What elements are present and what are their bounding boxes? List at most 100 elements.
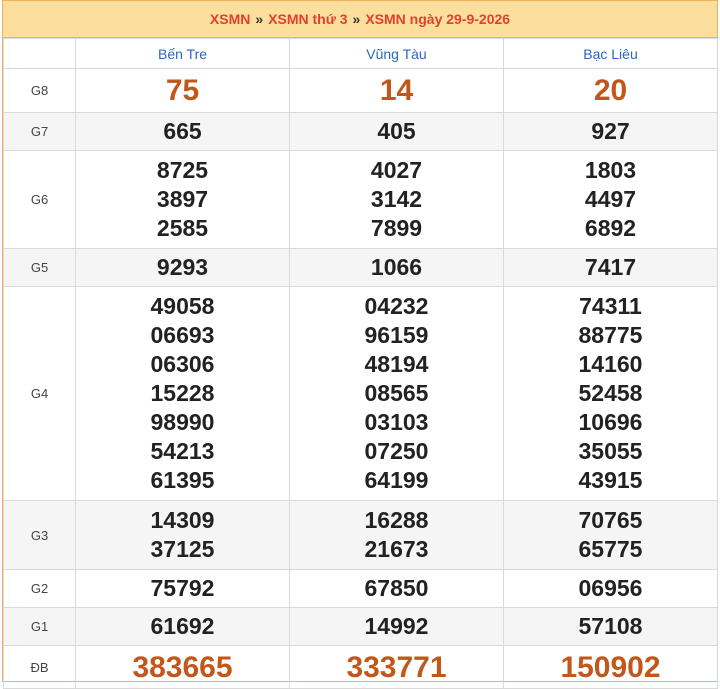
prize-row: G7 665 405 927	[3, 112, 718, 151]
prize-label: G6	[3, 150, 76, 249]
result-cell-ben-tre: 383665	[75, 645, 290, 689]
result-number: 03103	[364, 409, 429, 435]
result-cell-bac-lieu: 06956	[503, 569, 718, 608]
prize-label: G4	[3, 286, 76, 501]
result-cell-vung-tau: 14992	[289, 607, 504, 646]
result-number: 04232	[364, 293, 429, 319]
result-cell-bac-lieu: 74311 88775 14160 52458 10696 35055 43915	[503, 286, 718, 501]
result-number: 8725	[156, 157, 209, 183]
result-number: 37125	[150, 536, 215, 562]
result-number: 7899	[370, 215, 423, 241]
result-number: 6892	[584, 215, 637, 241]
result-number: 52458	[578, 380, 643, 406]
result-number: 9293	[156, 254, 209, 280]
result-number: 150902	[560, 650, 661, 684]
result-cell-ben-tre: 14309 37125	[75, 500, 290, 570]
result-number: 61395	[150, 467, 215, 493]
result-number: 21673	[364, 536, 429, 562]
result-number: 1066	[370, 254, 423, 280]
result-cell-vung-tau: 14	[289, 68, 504, 113]
breadcrumb-link-date[interactable]: XSMN ngày 29-9-2026	[365, 11, 510, 27]
prize-row: G8 75 14 20	[3, 68, 718, 113]
result-number: 06956	[578, 575, 643, 601]
result-number: 48194	[364, 351, 429, 377]
prize-label: G5	[3, 248, 76, 287]
result-number: 14	[379, 74, 414, 107]
result-number: 06306	[150, 351, 215, 377]
province-bac-lieu[interactable]: Bạc Liêu	[503, 38, 718, 69]
result-number: 64199	[364, 467, 429, 493]
result-number: 14992	[364, 613, 429, 639]
result-number: 14309	[150, 507, 215, 533]
result-number: 927	[591, 118, 630, 144]
result-number: 96159	[364, 322, 429, 348]
province-ben-tre[interactable]: Bến Tre	[75, 38, 290, 69]
result-cell-ben-tre: 49058 06693 06306 15228 98990 54213 61395	[75, 286, 290, 501]
prize-label: G8	[3, 68, 76, 113]
result-number: 4497	[584, 186, 637, 212]
prize-label: G2	[3, 569, 76, 608]
result-number: 3897	[156, 186, 209, 212]
result-cell-bac-lieu: 57108	[503, 607, 718, 646]
result-number: 57108	[578, 613, 643, 639]
result-number: 98990	[150, 409, 215, 435]
prize-row: G1 61692 14992 57108	[3, 607, 718, 646]
result-cell-vung-tau: 405	[289, 112, 504, 151]
breadcrumb: XSMN » XSMN thứ 3 » XSMN ngày 29-9-2026	[3, 0, 717, 38]
result-cell-ben-tre: 8725 3897 2585	[75, 150, 290, 249]
prize-label: G3	[3, 500, 76, 570]
result-number: 333771	[346, 650, 447, 684]
lottery-results-table: Bến Tre Vũng Tàu Bạc Liêu G8 75 14 20 G7 665 4…	[3, 38, 718, 689]
result-cell-bac-lieu: 20	[503, 68, 718, 113]
result-cell-bac-lieu: 150902	[503, 645, 718, 689]
result-number: 2585	[156, 215, 209, 241]
result-number: 15228	[150, 380, 215, 406]
result-number: 3142	[370, 186, 423, 212]
result-number: 06693	[150, 322, 215, 348]
header-corner	[3, 38, 76, 69]
result-number: 61692	[150, 613, 215, 639]
result-cell-ben-tre: 75792	[75, 569, 290, 608]
result-number: 70765	[578, 507, 643, 533]
result-cell-bac-lieu: 1803 4497 6892	[503, 150, 718, 249]
breadcrumb-link-weekday[interactable]: XSMN thứ 3	[268, 11, 347, 27]
prize-label: ĐB	[3, 645, 76, 689]
result-number: 16288	[364, 507, 429, 533]
result-number: 88775	[578, 322, 643, 348]
result-cell-vung-tau: 4027 3142 7899	[289, 150, 504, 249]
result-number: 10696	[578, 409, 643, 435]
results-panel: XSMN » XSMN thứ 3 » XSMN ngày 29-9-2026 …	[2, 0, 718, 689]
result-number: 7417	[584, 254, 637, 280]
result-cell-bac-lieu: 7417	[503, 248, 718, 287]
breadcrumb-link-xsmn[interactable]: XSMN	[210, 11, 250, 27]
breadcrumb-separator: »	[352, 11, 361, 27]
result-number: 75	[165, 74, 200, 107]
result-number: 43915	[578, 467, 643, 493]
result-number: 07250	[364, 438, 429, 464]
prize-row: G3 14309 37125 16288 21673 70765 65775	[3, 500, 718, 570]
result-number: 54213	[150, 438, 215, 464]
result-cell-vung-tau: 67850	[289, 569, 504, 608]
result-number: 75792	[150, 575, 215, 601]
result-cell-ben-tre: 9293	[75, 248, 290, 287]
result-number: 74311	[579, 293, 642, 319]
province-vung-tau[interactable]: Vũng Tàu	[289, 38, 504, 69]
prize-row: G5 9293 1066 7417	[3, 248, 718, 287]
breadcrumb-separator: »	[255, 11, 264, 27]
result-cell-vung-tau: 333771	[289, 645, 504, 689]
prize-row: G2 75792 67850 06956	[3, 569, 718, 608]
result-cell-bac-lieu: 927	[503, 112, 718, 151]
result-cell-vung-tau: 04232 96159 48194 08565 03103 07250 64199	[289, 286, 504, 501]
result-cell-ben-tre: 75	[75, 68, 290, 113]
result-number: 1803	[584, 157, 637, 183]
result-number: 35055	[578, 438, 643, 464]
result-cell-bac-lieu: 70765 65775	[503, 500, 718, 570]
result-number: 665	[163, 118, 202, 144]
result-number: 4027	[370, 157, 423, 183]
result-number: 08565	[364, 380, 429, 406]
result-cell-vung-tau: 1066	[289, 248, 504, 287]
province-header-row: Bến Tre Vũng Tàu Bạc Liêu	[3, 38, 718, 69]
result-number: 67850	[364, 575, 429, 601]
prize-label: G7	[3, 112, 76, 151]
result-number: 20	[593, 74, 628, 107]
